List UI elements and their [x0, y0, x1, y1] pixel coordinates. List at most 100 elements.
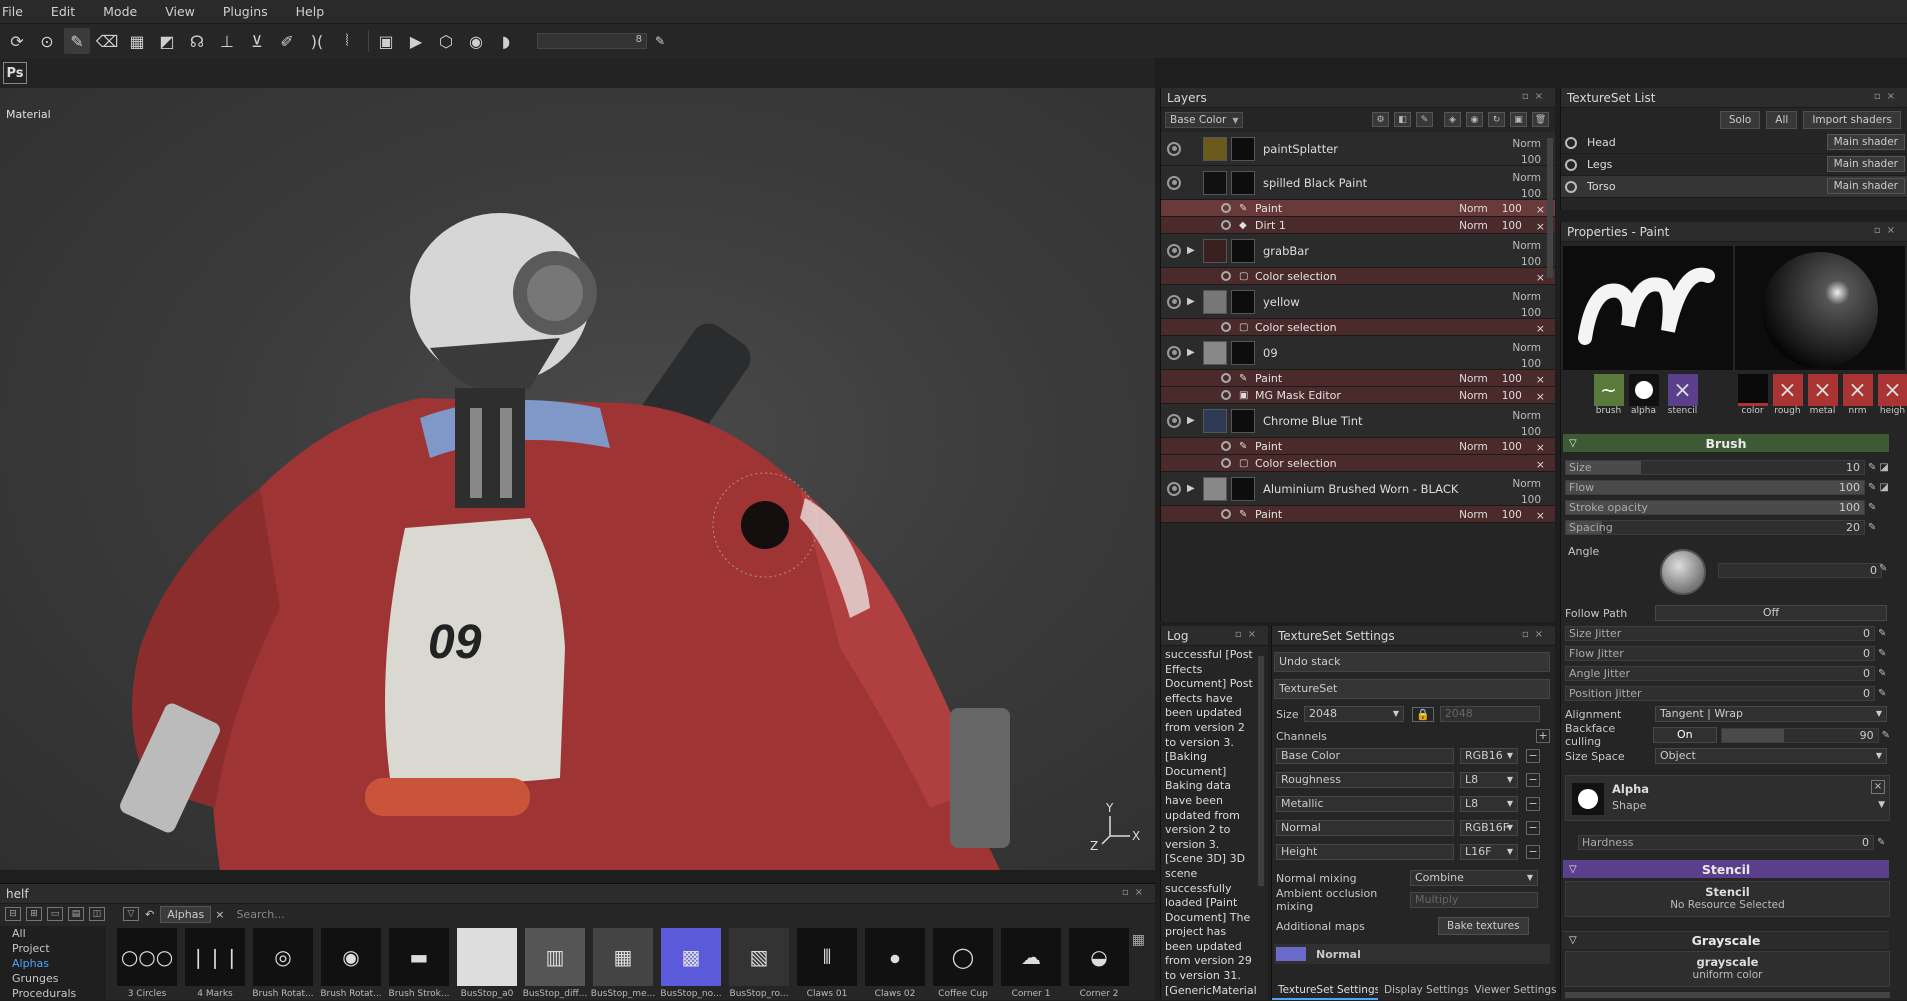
material-picker-icon[interactable]: ⊻: [244, 28, 270, 54]
layer-blend[interactable]: Norm 100: [1512, 238, 1541, 270]
layer-blend[interactable]: Norm 100: [1512, 170, 1541, 202]
visibility-icon[interactable]: [1221, 220, 1231, 230]
add-folder-icon[interactable]: ▣: [1510, 112, 1527, 127]
remove-effect-icon[interactable]: ×: [1536, 322, 1545, 335]
shelf-item[interactable]: ☁ Corner 1: [998, 928, 1064, 1001]
shader-dropdown[interactable]: Main shader: [1826, 178, 1905, 194]
remove-effect-icon[interactable]: ×: [1536, 509, 1545, 522]
clear-filter-icon[interactable]: ×: [215, 908, 224, 921]
remove-channel-icon[interactable]: −: [1526, 845, 1540, 859]
angle-jitter-slider[interactable]: Angle Jitter 0: [1565, 665, 1875, 681]
add-channel-icon[interactable]: +: [1536, 729, 1550, 743]
edit-icon[interactable]: ✎: [1877, 837, 1885, 848]
eraser-icon[interactable]: ⌫: [94, 28, 120, 54]
visibility-icon[interactable]: [1167, 294, 1181, 309]
chevron-down-icon[interactable]: ▼: [1878, 800, 1885, 810]
channel-format-dropdown[interactable]: L16F ▼: [1460, 844, 1518, 860]
normal-map-row[interactable]: Normal: [1274, 944, 1550, 964]
channel-name-field[interactable]: Roughness: [1276, 772, 1454, 788]
position-jitter-slider[interactable]: Position Jitter 0: [1565, 685, 1875, 701]
spacing-slider[interactable]: Spacing 20: [1565, 519, 1865, 535]
folder-expand-icon[interactable]: ▶: [1187, 296, 1199, 307]
shelf-search-input[interactable]: Search...: [236, 908, 936, 921]
grid-view-icon[interactable]: ▦: [1132, 932, 1145, 948]
edit-icon[interactable]: ✎: [1868, 522, 1876, 533]
sync-icon[interactable]: ⊙: [34, 28, 60, 54]
menu-help[interactable]: Help: [282, 4, 339, 19]
shelf-category-grunges[interactable]: Grunges: [0, 971, 106, 986]
tab-viewer-settings[interactable]: Viewer Settings: [1468, 982, 1556, 1000]
save-icon[interactable]: ▤: [68, 907, 84, 921]
polygon-fill-icon[interactable]: ◩: [154, 28, 180, 54]
textureset-row-torso[interactable]: Torso Main shader: [1561, 176, 1907, 198]
effect-row[interactable]: ◆ Dirt 1 Norm 100 ×: [1161, 217, 1555, 234]
shelf-category-procedurals[interactable]: Procedurals: [0, 986, 106, 1001]
stencil-resource-box[interactable]: Stencil No Resource Selected: [1565, 881, 1890, 917]
visibility-icon[interactable]: [1221, 458, 1231, 468]
grayscale-resource-box[interactable]: grayscale uniform color: [1565, 951, 1890, 987]
edit-icon[interactable]: ✎: [1879, 563, 1887, 574]
layer-blend[interactable]: Norm 100: [1512, 340, 1541, 372]
folder-expand-icon[interactable]: ▶: [1187, 245, 1199, 256]
color-picker-icon[interactable]: ✐: [274, 28, 300, 54]
menu-plugins[interactable]: Plugins: [209, 4, 282, 19]
effect-row[interactable]: ✎ Paint Norm 100 ×: [1161, 506, 1555, 523]
symmetry-axis-icon[interactable]: ⦚: [334, 28, 360, 54]
shelf-category-all[interactable]: All: [0, 926, 106, 941]
edit-icon[interactable]: ✎: [1878, 688, 1886, 699]
effect-row[interactable]: ✎ Paint Norm 100 ×: [1161, 438, 1555, 455]
remove-effect-icon[interactable]: ×: [1536, 390, 1545, 403]
visibility-icon[interactable]: [1167, 243, 1181, 258]
visibility-icon[interactable]: [1167, 481, 1181, 496]
effect-row[interactable]: ▢ Color selection ×: [1161, 455, 1555, 472]
grayscale-section-header[interactable]: ▽ Grayscale: [1563, 931, 1889, 949]
brush-section-header[interactable]: ▽ Brush: [1563, 434, 1889, 452]
visibility-icon[interactable]: [1565, 180, 1577, 193]
delete-layer-icon[interactable]: 🗑: [1532, 112, 1549, 127]
visibility-icon[interactable]: [1167, 141, 1181, 156]
visibility-icon[interactable]: [1221, 390, 1231, 400]
paint-brush-icon[interactable]: ✎: [64, 28, 90, 54]
cube-icon[interactable]: ⬡: [433, 28, 459, 54]
size-slider[interactable]: Size 10: [1565, 459, 1865, 475]
properties-bottom-slider[interactable]: [1565, 992, 1890, 998]
edit-icon[interactable]: ✎: [1878, 628, 1886, 639]
effect-row[interactable]: ▢ Color selection ×: [1161, 319, 1555, 336]
layer-blend[interactable]: Norm 100: [1512, 289, 1541, 321]
height-slot[interactable]: × heigh: [1876, 374, 1907, 420]
remove-channel-icon[interactable]: −: [1526, 797, 1540, 811]
pressure-icon[interactable]: ◪: [1879, 482, 1888, 493]
panel-float-close-icon[interactable]: ▫×: [1522, 629, 1549, 640]
layer-row[interactable]: ▶ Chrome Blue Tint Norm 100: [1161, 404, 1555, 438]
log-scrollbar[interactable]: [1258, 656, 1264, 886]
hardness-slider[interactable]: Hardness 0: [1578, 834, 1874, 850]
panel-float-close-icon[interactable]: ▫×: [1874, 225, 1901, 236]
edit-icon[interactable]: ✎: [1882, 730, 1890, 741]
close-icon[interactable]: ×: [1871, 780, 1885, 794]
visibility-icon[interactable]: [1221, 373, 1231, 383]
effect-row[interactable]: ✎ Paint Norm 100 ×: [1161, 370, 1555, 387]
solo-button[interactable]: Solo: [1719, 111, 1761, 129]
channel-name-field[interactable]: Normal: [1276, 820, 1454, 836]
channel-name-field[interactable]: Base Color: [1276, 748, 1454, 764]
remove-effect-icon[interactable]: ×: [1536, 458, 1545, 471]
size-space-dropdown[interactable]: Object ▼: [1655, 748, 1887, 764]
textureset-bar[interactable]: TextureSet: [1274, 679, 1550, 699]
textureset-row-legs[interactable]: Legs Main shader: [1561, 154, 1907, 176]
stencil-section-header[interactable]: ▽ Stencil: [1563, 860, 1889, 878]
folder-expand-icon[interactable]: ▶: [1187, 347, 1199, 358]
shelf-item[interactable]: ○○○ 3 Circles: [114, 928, 180, 1001]
panel-float-close-icon[interactable]: ▫×: [1522, 91, 1549, 102]
shader-dropdown[interactable]: Main shader: [1826, 156, 1905, 172]
channel-format-dropdown[interactable]: L8 ▼: [1460, 796, 1518, 812]
edit-icon[interactable]: ✎: [1868, 482, 1876, 493]
add-fill-layer-icon[interactable]: ◈: [1444, 112, 1461, 127]
effect-row[interactable]: ▣ MG Mask Editor Norm 100 ×: [1161, 387, 1555, 404]
remove-channel-icon[interactable]: −: [1526, 773, 1540, 787]
edit-icon[interactable]: ✎: [1878, 648, 1886, 659]
add-mask-icon[interactable]: ◧: [1394, 112, 1411, 127]
shelf-category-alphas[interactable]: Alphas: [0, 956, 106, 971]
shelf-item[interactable]: ▤ BusStop_a0: [454, 928, 520, 1001]
filter-tag[interactable]: Alphas: [160, 905, 212, 923]
add-layer-icon[interactable]: ◉: [1466, 112, 1483, 127]
